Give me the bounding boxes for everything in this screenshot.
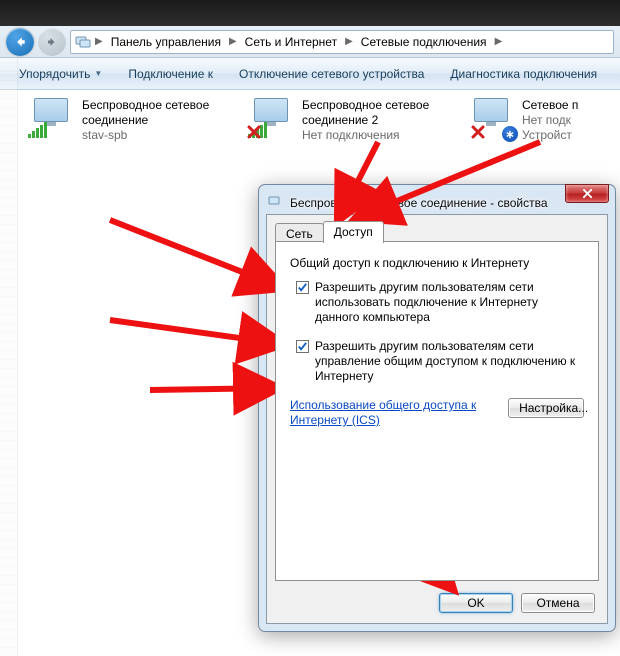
toolbar-disable[interactable]: Отключение сетевого устройства (228, 62, 435, 86)
properties-dialog: Беспроводное сетевое соединение - свойст… (258, 184, 616, 632)
wifi-adapter-icon (248, 98, 296, 138)
explorer-nav-row: ▶ Панель управления ▶ Сеть и Интернет ▶ … (0, 26, 620, 58)
nav-back-button[interactable] (6, 28, 34, 56)
connection-sub2: Устройст (522, 128, 578, 143)
allow-control-sharing-label: Разрешить другим пользователям сети упра… (315, 339, 584, 384)
connection-title: Сетевое п (522, 98, 578, 113)
chevron-right-icon: ▶ (93, 36, 105, 47)
connection-sub: Нет подк (522, 113, 578, 128)
ics-help-link[interactable]: Использование общего доступа к Интернету… (290, 398, 508, 428)
checkbox-checked-icon[interactable] (296, 340, 309, 353)
bluetooth-badge-icon: ∗ (502, 126, 518, 142)
breadcrumb-seg-3[interactable]: Сетевые подключения (357, 35, 491, 49)
dropdown-caret-icon: ▼ (94, 69, 102, 78)
connection-item[interactable]: Беспроводное сетевое соединение 2 Нет по… (248, 98, 458, 143)
dialog-close-button[interactable] (565, 184, 609, 203)
chevron-right-icon: ▶ (493, 36, 505, 47)
connection-sub: stav-spb (82, 128, 238, 143)
disconnected-x-icon (246, 124, 262, 140)
dialog-titlebar[interactable]: Беспроводное сетевое соединение - свойст… (266, 192, 608, 214)
address-bar[interactable]: ▶ Панель управления ▶ Сеть и Интернет ▶ … (70, 30, 614, 54)
toolbar-diagnose-label: Диагностика подключения (450, 67, 597, 81)
tab-panel-access: Общий доступ к подключению к Интернету Р… (275, 241, 599, 581)
toolbar-organize[interactable]: Упорядочить ▼ (8, 62, 113, 86)
connection-sub: Нет подключения (302, 128, 458, 143)
connection-title: Беспроводное сетевое соединение (82, 98, 238, 128)
breadcrumb-seg-2[interactable]: Сеть и Интернет (241, 35, 341, 49)
allow-share-connection-label: Разрешить другим пользователям сети испо… (315, 280, 584, 325)
connection-title: Беспроводное сетевое соединение 2 (302, 98, 458, 128)
allow-share-connection-row[interactable]: Разрешить другим пользователям сети испо… (296, 280, 584, 325)
dialog-body: Сеть Доступ Общий доступ к подключению к… (266, 214, 608, 624)
tab-access[interactable]: Доступ (323, 221, 384, 243)
toolbar-disable-label: Отключение сетевого устройства (239, 67, 424, 81)
allow-control-sharing-row[interactable]: Разрешить другим пользователям сети упра… (296, 339, 584, 384)
network-adapter-icon: ∗ (468, 98, 516, 138)
disconnected-x-icon (470, 124, 486, 140)
settings-button[interactable]: Настройка... (508, 398, 584, 418)
wifi-adapter-icon (28, 98, 76, 138)
ok-button[interactable]: OK (439, 593, 513, 613)
toolbar-connect[interactable]: Подключение к (117, 62, 224, 86)
sidebar-edge (0, 58, 18, 656)
chevron-right-icon: ▶ (343, 36, 355, 47)
dialog-footer: OK Отмена (267, 583, 607, 623)
cancel-button[interactable]: Отмена (521, 593, 595, 613)
checkbox-checked-icon[interactable] (296, 281, 309, 294)
connections-list: Беспроводное сетевое соединение stav-spb… (0, 90, 620, 151)
nav-forward-button[interactable] (38, 28, 66, 56)
toolbar-diagnose[interactable]: Диагностика подключения (439, 62, 608, 86)
connection-item[interactable]: Беспроводное сетевое соединение stav-spb (28, 98, 238, 143)
connection-item[interactable]: ∗ Сетевое п Нет подк Устройст (468, 98, 598, 143)
toolbar-connect-label: Подключение к (128, 67, 213, 81)
explorer-toolbar: Упорядочить ▼ Подключение к Отключение с… (0, 58, 620, 90)
dialog-title: Беспроводное сетевое соединение - свойст… (290, 196, 548, 210)
chevron-right-icon: ▶ (227, 36, 239, 47)
adapter-icon (268, 194, 284, 213)
network-folder-icon (75, 34, 91, 50)
window-top-strip (0, 0, 620, 26)
breadcrumb-seg-1[interactable]: Панель управления (107, 35, 225, 49)
toolbar-organize-label: Упорядочить (19, 67, 90, 81)
ics-group-title: Общий доступ к подключению к Интернету (290, 256, 584, 270)
